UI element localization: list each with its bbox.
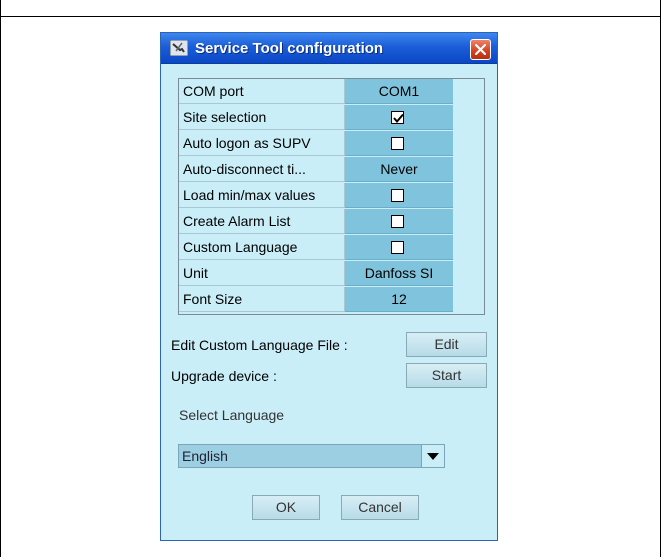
setting-row-auto-disconnect[interactable]: Auto-disconnect ti... Never xyxy=(179,157,484,183)
setting-value-com-port[interactable]: COM1 xyxy=(345,79,453,104)
start-button[interactable]: Start xyxy=(406,363,487,388)
site-selection-checkbox[interactable] xyxy=(391,111,404,124)
setting-name: Site selection xyxy=(179,105,345,130)
wrench-screwdriver-icon xyxy=(169,39,189,57)
custom-language-checkbox[interactable] xyxy=(391,241,404,254)
cancel-button[interactable]: Cancel xyxy=(341,495,419,520)
edit-custom-language-label: Edit Custom Language File : xyxy=(171,337,348,353)
dropdown-toggle[interactable] xyxy=(421,445,444,467)
upgrade-device-label: Upgrade device : xyxy=(171,368,277,384)
setting-name: Custom Language xyxy=(179,235,345,260)
setting-row-unit[interactable]: Unit Danfoss SI xyxy=(179,261,484,287)
settings-table: COM port COM1 Site selection Auto logon … xyxy=(178,78,485,315)
setting-name: Load min/max values xyxy=(179,183,345,208)
setting-row-auto-logon[interactable]: Auto logon as SUPV xyxy=(179,131,484,157)
auto-logon-checkbox[interactable] xyxy=(391,137,404,150)
setting-name: Font Size xyxy=(179,287,345,312)
dialog-title: Service Tool configuration xyxy=(195,40,384,57)
title-bar[interactable]: Service Tool configuration xyxy=(161,33,497,64)
setting-value-cell xyxy=(345,209,453,234)
checkmark-icon xyxy=(393,113,404,124)
service-tool-configuration-dialog: Service Tool configuration COM port COM1… xyxy=(160,32,498,541)
background-divider xyxy=(0,16,661,17)
ok-button[interactable]: OK xyxy=(252,495,320,520)
language-select[interactable]: English xyxy=(178,444,445,468)
close-button[interactable] xyxy=(470,39,491,60)
language-selected-value: English xyxy=(182,448,228,464)
setting-value-cell xyxy=(345,235,453,260)
close-icon xyxy=(475,44,486,55)
setting-value-unit[interactable]: Danfoss SI xyxy=(345,261,453,286)
create-alarm-list-checkbox[interactable] xyxy=(391,215,404,228)
edit-button[interactable]: Edit xyxy=(406,332,487,357)
setting-row-site-selection[interactable]: Site selection xyxy=(179,105,484,131)
setting-row-create-alarm-list[interactable]: Create Alarm List xyxy=(179,209,484,235)
chevron-down-icon xyxy=(427,453,439,460)
setting-row-load-min-max[interactable]: Load min/max values xyxy=(179,183,484,209)
setting-value-cell xyxy=(345,131,453,156)
setting-value-cell xyxy=(345,183,453,208)
setting-name: Unit xyxy=(179,261,345,286)
setting-row-custom-language[interactable]: Custom Language xyxy=(179,235,484,261)
setting-name: Auto logon as SUPV xyxy=(179,131,345,156)
setting-name: Auto-disconnect ti... xyxy=(179,157,345,182)
setting-value-font-size[interactable]: 12 xyxy=(345,287,453,312)
load-min-max-checkbox[interactable] xyxy=(391,189,404,202)
setting-row-font-size[interactable]: Font Size 12 xyxy=(179,287,484,313)
select-language-label: Select Language xyxy=(179,407,285,423)
setting-name: COM port xyxy=(179,79,345,104)
setting-row-com-port[interactable]: COM port COM1 xyxy=(179,79,484,105)
setting-name: Create Alarm List xyxy=(179,209,345,234)
setting-value-cell xyxy=(345,105,453,130)
setting-value-auto-disconnect[interactable]: Never xyxy=(345,157,453,182)
